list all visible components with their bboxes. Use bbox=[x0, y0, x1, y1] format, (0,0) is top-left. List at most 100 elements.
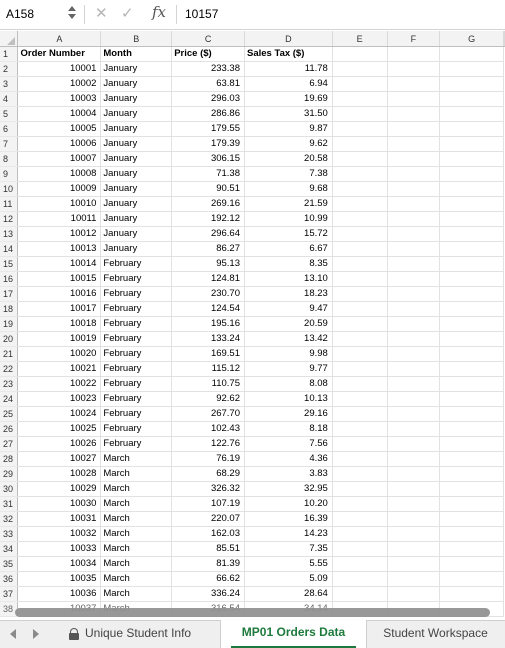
row-number[interactable]: 9 bbox=[0, 166, 19, 182]
price-cell[interactable]: 122.76 bbox=[171, 436, 245, 452]
month-cell[interactable]: January bbox=[100, 241, 173, 257]
empty-cell[interactable] bbox=[439, 241, 504, 257]
price-cell[interactable]: 230.70 bbox=[171, 286, 245, 302]
price-cell[interactable]: 195.16 bbox=[171, 316, 245, 332]
sales-tax-cell[interactable]: 18.23 bbox=[244, 286, 333, 302]
row-number[interactable]: 25 bbox=[0, 406, 19, 422]
empty-cell[interactable] bbox=[439, 526, 504, 542]
sales-tax-cell[interactable]: 9.77 bbox=[244, 361, 333, 377]
row-number[interactable]: 14 bbox=[0, 241, 19, 257]
empty-cell[interactable] bbox=[332, 61, 388, 77]
month-cell[interactable]: February bbox=[100, 361, 173, 377]
month-cell[interactable]: January bbox=[100, 91, 173, 107]
order-number-cell[interactable]: 10025 bbox=[17, 421, 102, 437]
price-cell[interactable]: 169.51 bbox=[171, 346, 245, 362]
order-number-cell[interactable]: 10020 bbox=[17, 346, 102, 362]
sales-tax-cell[interactable]: 20.58 bbox=[244, 151, 333, 167]
order-number-cell[interactable]: 10032 bbox=[17, 526, 102, 542]
empty-cell[interactable] bbox=[332, 76, 388, 92]
order-number-cell[interactable]: 10028 bbox=[17, 466, 102, 482]
empty-cell[interactable] bbox=[387, 76, 441, 92]
price-cell[interactable]: 220.07 bbox=[171, 511, 245, 527]
month-cell[interactable]: February bbox=[100, 301, 173, 317]
order-number-cell[interactable]: 10001 bbox=[17, 61, 102, 77]
column-title[interactable]: Sales Tax ($) bbox=[244, 46, 333, 62]
price-cell[interactable]: 124.81 bbox=[171, 271, 245, 287]
row-number[interactable]: 27 bbox=[0, 436, 19, 452]
month-cell[interactable]: January bbox=[100, 76, 173, 92]
column-header-b[interactable]: B bbox=[100, 31, 173, 47]
column-title[interactable]: Month bbox=[100, 46, 173, 62]
month-cell[interactable]: February bbox=[100, 316, 173, 332]
empty-cell[interactable] bbox=[439, 301, 504, 317]
empty-cell[interactable] bbox=[439, 91, 504, 107]
price-cell[interactable]: 192.12 bbox=[171, 211, 245, 227]
empty-cell[interactable] bbox=[439, 151, 504, 167]
empty-cell[interactable] bbox=[439, 226, 504, 242]
column-header-e[interactable]: E bbox=[332, 31, 388, 47]
row-number[interactable]: 18 bbox=[0, 301, 19, 317]
order-number-cell[interactable]: 10027 bbox=[17, 451, 102, 467]
price-cell[interactable]: 179.39 bbox=[171, 136, 245, 152]
month-cell[interactable]: February bbox=[100, 436, 173, 452]
empty-cell[interactable] bbox=[439, 166, 504, 182]
order-number-cell[interactable]: 10021 bbox=[17, 361, 102, 377]
empty-cell[interactable] bbox=[439, 286, 504, 302]
row-number[interactable]: 17 bbox=[0, 286, 19, 302]
empty-cell[interactable] bbox=[439, 406, 504, 422]
empty-cell[interactable] bbox=[332, 526, 388, 542]
column-title[interactable]: Order Number bbox=[17, 46, 102, 62]
empty-cell[interactable] bbox=[439, 211, 504, 227]
empty-cell[interactable] bbox=[332, 346, 388, 362]
sales-tax-cell[interactable]: 10.20 bbox=[244, 496, 333, 512]
sales-tax-cell[interactable]: 14.23 bbox=[244, 526, 333, 542]
order-number-cell[interactable]: 10012 bbox=[17, 226, 102, 242]
price-cell[interactable]: 336.24 bbox=[171, 586, 245, 602]
empty-cell[interactable] bbox=[332, 91, 388, 107]
empty-cell[interactable] bbox=[387, 316, 441, 332]
empty-cell[interactable] bbox=[387, 241, 441, 257]
row-number[interactable]: 5 bbox=[0, 106, 19, 122]
order-number-cell[interactable]: 10029 bbox=[17, 481, 102, 497]
empty-cell[interactable] bbox=[439, 391, 504, 407]
empty-cell[interactable] bbox=[332, 376, 388, 392]
row-number[interactable]: 23 bbox=[0, 376, 19, 392]
tab-unique-student-info[interactable]: Unique Student Info bbox=[55, 621, 215, 648]
empty-cell[interactable] bbox=[332, 361, 388, 377]
row-number[interactable]: 20 bbox=[0, 331, 19, 347]
empty-cell[interactable] bbox=[387, 301, 441, 317]
sales-tax-cell[interactable]: 10.13 bbox=[244, 391, 333, 407]
empty-cell[interactable] bbox=[332, 586, 388, 602]
empty-cell[interactable] bbox=[332, 511, 388, 527]
month-cell[interactable]: January bbox=[100, 166, 173, 182]
month-cell[interactable]: March bbox=[100, 481, 173, 497]
empty-cell[interactable] bbox=[387, 451, 441, 467]
row-number[interactable]: 6 bbox=[0, 121, 19, 137]
price-cell[interactable]: 133.24 bbox=[171, 331, 245, 347]
sales-tax-cell[interactable]: 9.47 bbox=[244, 301, 333, 317]
formula-input[interactable]: 10157 bbox=[185, 7, 218, 21]
empty-cell[interactable] bbox=[439, 46, 504, 62]
column-header-d[interactable]: D bbox=[244, 31, 333, 47]
sales-tax-cell[interactable]: 5.09 bbox=[244, 571, 333, 587]
column-title[interactable]: Price ($) bbox=[171, 46, 245, 62]
empty-cell[interactable] bbox=[439, 481, 504, 497]
empty-cell[interactable] bbox=[332, 256, 388, 272]
empty-cell[interactable] bbox=[387, 541, 441, 557]
empty-cell[interactable] bbox=[387, 331, 441, 347]
month-cell[interactable]: March bbox=[100, 451, 173, 467]
order-number-cell[interactable]: 10017 bbox=[17, 301, 102, 317]
order-number-cell[interactable]: 10031 bbox=[17, 511, 102, 527]
empty-cell[interactable] bbox=[439, 376, 504, 392]
order-number-cell[interactable]: 10033 bbox=[17, 541, 102, 557]
sales-tax-cell[interactable]: 9.62 bbox=[244, 136, 333, 152]
price-cell[interactable]: 306.15 bbox=[171, 151, 245, 167]
month-cell[interactable]: January bbox=[100, 121, 173, 137]
price-cell[interactable]: 124.54 bbox=[171, 301, 245, 317]
empty-cell[interactable] bbox=[332, 436, 388, 452]
tab-student-workspace[interactable]: Student Workspace bbox=[366, 621, 505, 648]
empty-cell[interactable] bbox=[387, 586, 441, 602]
sales-tax-cell[interactable]: 9.68 bbox=[244, 181, 333, 197]
month-cell[interactable]: January bbox=[100, 181, 173, 197]
empty-cell[interactable] bbox=[439, 496, 504, 512]
